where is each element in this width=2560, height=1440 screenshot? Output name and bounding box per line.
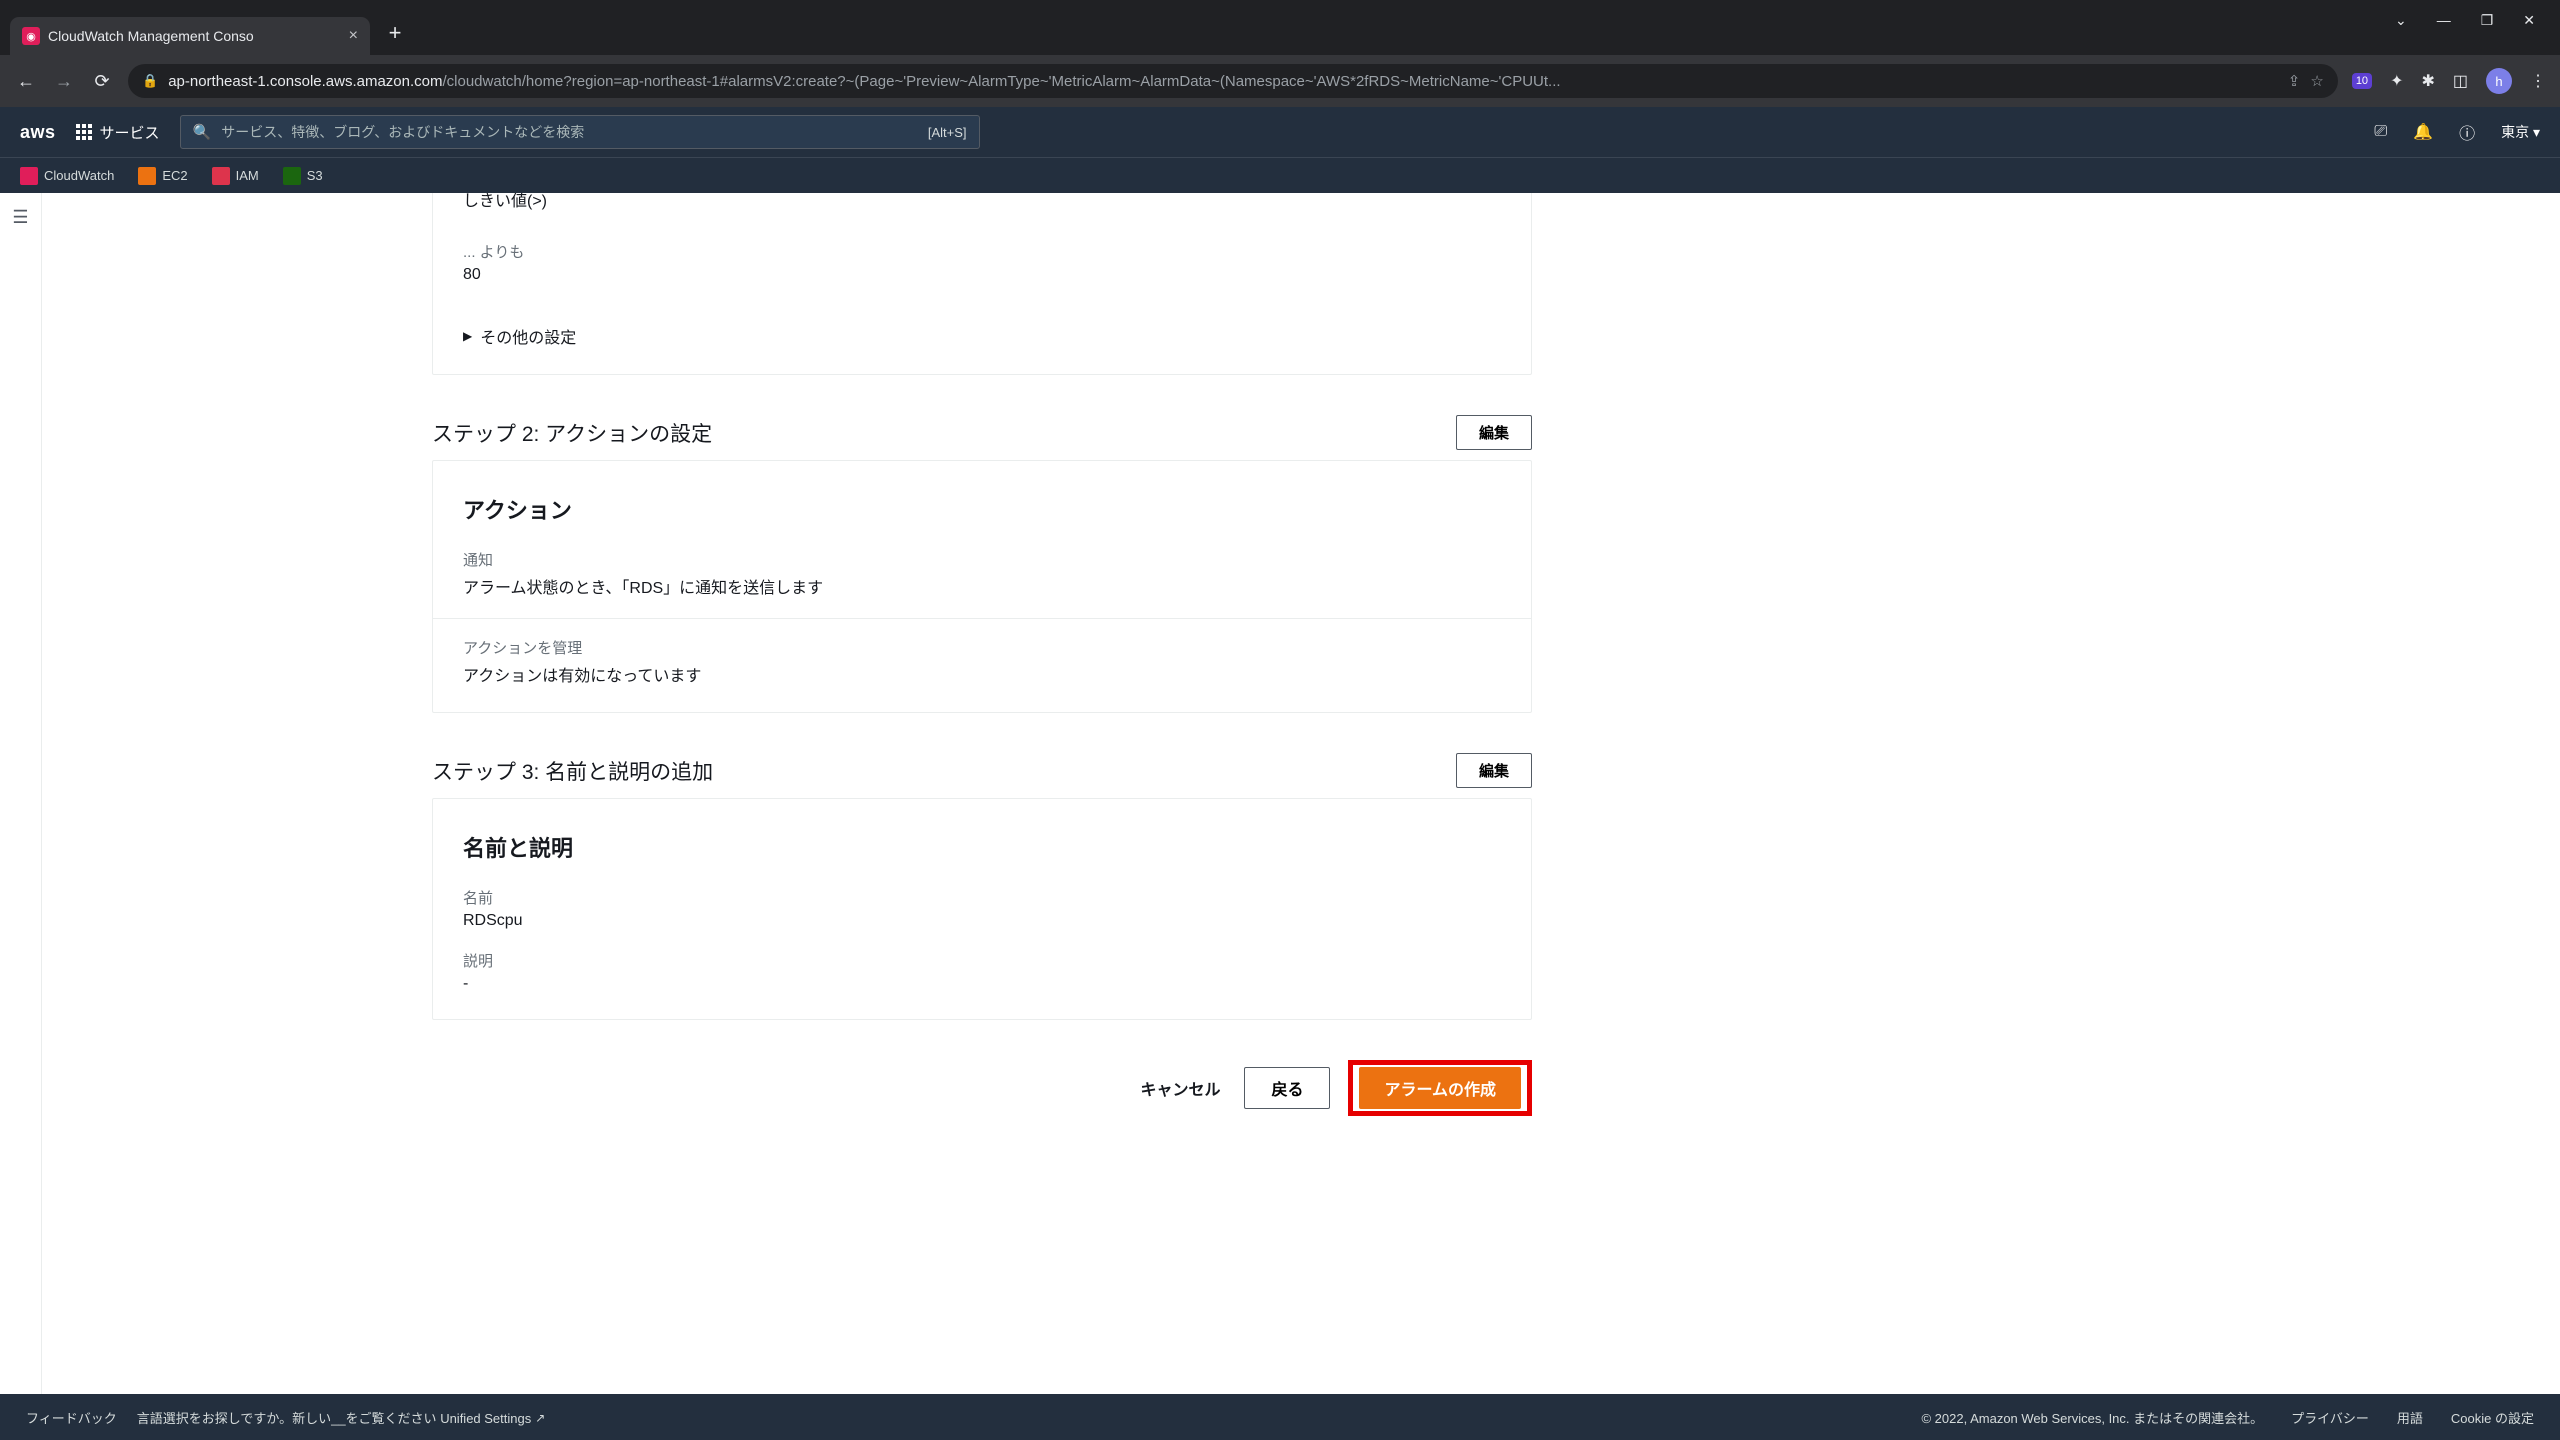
step2-title: ステップ 2: アクションの設定 <box>432 418 712 448</box>
lock-icon: 🔒 <box>142 73 158 89</box>
grid-icon <box>76 124 92 140</box>
alarm-desc-value: - <box>463 975 1501 993</box>
privacy-link[interactable]: プライバシー <box>2291 1408 2369 1427</box>
name-desc-panel-title: 名前と説明 <box>463 831 1501 863</box>
chevron-down-icon[interactable]: ⌄ <box>2395 12 2407 29</box>
cookie-settings-link[interactable]: Cookie の設定 <box>2451 1408 2534 1427</box>
bookmark-s3[interactable]: S3 <box>283 167 323 185</box>
step3-title: ステップ 3: 名前と説明の追加 <box>432 756 713 786</box>
reload-button[interactable]: ⟳ <box>90 71 114 92</box>
main-content: しきい値(>) ... よりも 80 ▶ その他の設定 ステップ 2: アクショ… <box>42 193 2560 1394</box>
than-label: ... よりも <box>463 241 1501 262</box>
back-button[interactable]: ← <box>14 71 38 92</box>
triangle-right-icon: ▶ <box>463 329 472 343</box>
alarm-desc-label: 説明 <box>463 950 1501 971</box>
address-bar[interactable]: 🔒 ap-northeast-1.console.aws.amazon.com/… <box>128 64 2338 98</box>
aws-global-header: aws サービス 🔍 サービス、特徴、ブログ、およびドキュメントなどを検索 [A… <box>0 107 2560 157</box>
address-bar-row: ← → ⟳ 🔒 ap-northeast-1.console.aws.amazo… <box>0 55 2560 107</box>
url-text: ap-northeast-1.console.aws.amazon.com/cl… <box>168 73 2278 90</box>
service-bookmark-bar: CloudWatch EC2 IAM S3 <box>0 157 2560 193</box>
puzzle-icon[interactable]: ✱ <box>2421 71 2434 91</box>
sidebar-toggle[interactable]: ☰ <box>0 193 42 1394</box>
other-settings-expander[interactable]: ▶ その他の設定 <box>463 324 1501 348</box>
search-icon: 🔍 <box>193 123 212 141</box>
annotation-highlight: アラームの作成 <box>1348 1060 1532 1116</box>
services-menu[interactable]: サービス <box>76 122 160 143</box>
lang-prompt: 言語選択をお探しですか。新しい__をご覧ください Unified Setting… <box>137 1408 546 1427</box>
window-controls: ⌄ ― ❐ ✕ <box>2395 0 2560 40</box>
alarm-name-label: 名前 <box>463 887 1501 908</box>
step2-edit-button[interactable]: 編集 <box>1456 415 1532 450</box>
threshold-value: 80 <box>463 266 1501 284</box>
manage-actions-value: アクションは有効になっています <box>463 662 1501 686</box>
bookmark-ec2[interactable]: EC2 <box>138 167 187 185</box>
external-link-icon: ↗ <box>535 1411 545 1425</box>
step3-edit-button[interactable]: 編集 <box>1456 753 1532 788</box>
extension-icon[interactable]: ✦ <box>2390 71 2403 91</box>
aws-logo[interactable]: aws <box>20 123 56 141</box>
star-icon[interactable]: ☆ <box>2310 72 2323 90</box>
manage-actions-label: アクションを管理 <box>463 637 1501 658</box>
kebab-menu-icon[interactable]: ⋮ <box>2530 71 2546 91</box>
maximize-icon[interactable]: ❐ <box>2481 12 2494 29</box>
aws-search-input[interactable]: 🔍 サービス、特徴、ブログ、およびドキュメントなどを検索 [Alt+S] <box>180 115 980 149</box>
close-tab-icon[interactable]: × <box>349 27 358 45</box>
region-selector[interactable]: 東京 ▾ <box>2501 122 2540 142</box>
unified-settings-link[interactable]: Unified Settings ↗ <box>440 1411 545 1426</box>
profile-avatar[interactable]: h <box>2486 68 2512 94</box>
help-icon[interactable]: ⓘ <box>2459 120 2475 144</box>
extension-badge[interactable]: 10 <box>2352 73 2372 89</box>
browser-tab[interactable]: ◉ CloudWatch Management Conso × <box>10 17 370 55</box>
bookmark-iam[interactable]: IAM <box>212 167 259 185</box>
console-footer: フィードバック 言語選択をお探しですか。新しい__をご覧ください Unified… <box>0 1394 2560 1440</box>
share-icon[interactable]: ⇪ <box>2288 72 2301 90</box>
terms-link[interactable]: 用語 <box>2397 1408 2423 1427</box>
threshold-label: しきい値(>) <box>463 193 1501 211</box>
close-window-icon[interactable]: ✕ <box>2523 12 2535 29</box>
notifications-icon[interactable]: 🔔 <box>2413 122 2433 142</box>
cloudshell-icon[interactable]: ⎚ <box>2374 123 2387 141</box>
alarm-name-value: RDScpu <box>463 912 1501 930</box>
notify-value: アラーム状態のとき、「RDS」に通知を送信します <box>463 574 1501 598</box>
bookmark-cloudwatch[interactable]: CloudWatch <box>20 167 114 185</box>
copyright-text: © 2022, Amazon Web Services, Inc. またはその関… <box>1921 1408 2263 1427</box>
forward-button[interactable]: → <box>52 71 76 92</box>
create-alarm-button[interactable]: アラームの作成 <box>1359 1067 1521 1109</box>
tab-title: CloudWatch Management Conso <box>48 28 341 44</box>
browser-tab-strip: ◉ CloudWatch Management Conso × + ⌄ ― ❐ … <box>0 0 2560 55</box>
cancel-button[interactable]: キャンセル <box>1134 1068 1226 1108</box>
new-tab-button[interactable]: + <box>380 18 410 48</box>
minimize-icon[interactable]: ― <box>2437 12 2451 28</box>
back-button[interactable]: 戻る <box>1244 1067 1330 1109</box>
sidepanel-icon[interactable]: ◫ <box>2453 71 2468 91</box>
actions-panel-title: アクション <box>463 493 1501 525</box>
cloudwatch-favicon: ◉ <box>22 27 40 45</box>
notify-label: 通知 <box>463 549 1501 570</box>
feedback-link[interactable]: フィードバック <box>26 1408 117 1427</box>
